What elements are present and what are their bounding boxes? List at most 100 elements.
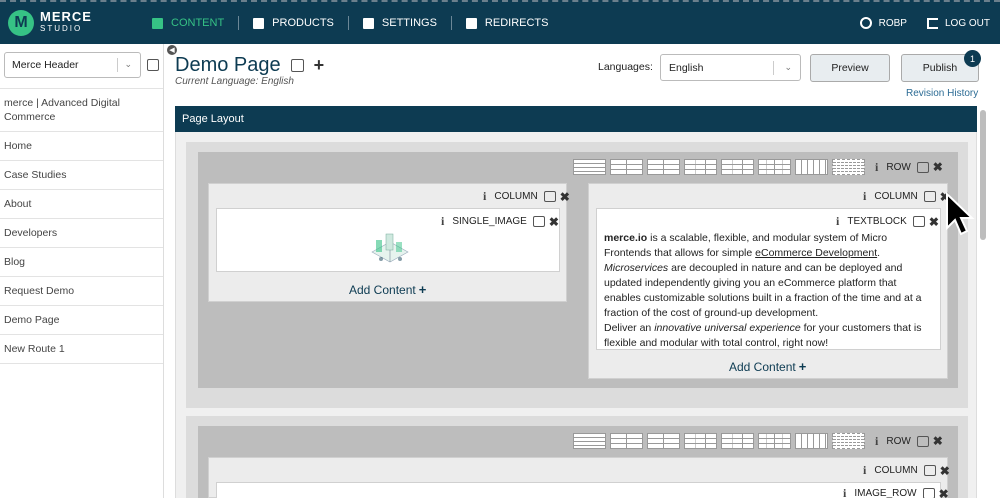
column-label: COLUMN (494, 191, 538, 202)
row-container: i ROW ✖ i COLUMN ✖ i SINGLE_IMAGE ✖ Add … (186, 142, 968, 408)
nav-settings[interactable]: SETTINGS (349, 17, 451, 29)
sidebar-item-about[interactable]: About (0, 189, 163, 218)
ecommerce-development-link[interactable]: eCommerce Development (755, 247, 877, 259)
close-icon[interactable]: ✖ (929, 215, 939, 229)
layout-1-column-icon[interactable] (573, 433, 606, 449)
layout-5-column-icon[interactable] (795, 433, 828, 449)
edit-icon[interactable] (923, 465, 936, 476)
single-image-label: SINGLE_IMAGE (452, 216, 527, 227)
close-icon[interactable]: ✖ (940, 464, 950, 478)
add-content-button[interactable]: Add Content + (729, 359, 806, 374)
textblock-label: TEXTBLOCK (847, 216, 907, 227)
textblock-component: i TEXTBLOCK ✖ merce.io is a scalable, fl… (596, 208, 941, 350)
layout-2-column-alt-icon[interactable] (647, 159, 680, 175)
row: i ROW ✖ i COLUMN ✖ i SINGLE_IMAGE ✖ Add … (198, 152, 958, 388)
logout-icon (926, 17, 938, 29)
layout-3-column-icon[interactable] (684, 433, 717, 449)
box-icon (253, 17, 265, 29)
publish-count-badge: 1 (964, 50, 981, 67)
nav-redirects[interactable]: REDIRECTS (452, 17, 563, 29)
row: i ROW ✖ i COLUMN ✖ i IMAGE_ROW ✖ (198, 426, 958, 498)
layout-2-column-icon[interactable] (610, 433, 643, 449)
image-row-label: IMAGE_ROW (854, 488, 917, 498)
close-icon[interactable]: ✖ (560, 190, 570, 204)
brand-name: MERCE (40, 9, 92, 24)
layout-3-column-alt-icon[interactable] (721, 159, 754, 175)
preview-button[interactable]: Preview (810, 54, 890, 82)
info-icon[interactable]: i (483, 189, 486, 204)
sidebar-item-blog[interactable]: Blog (0, 247, 163, 276)
user-menu[interactable]: ROBP (859, 17, 907, 29)
sidebar-item-new-route-1[interactable]: New Route 1 (0, 334, 163, 364)
sidebar-item-developers[interactable]: Developers (0, 218, 163, 247)
sidebar-item-home[interactable]: Home (0, 131, 163, 160)
layout-4-column-icon[interactable] (758, 433, 791, 449)
add-content-button[interactable]: Add Content + (349, 282, 426, 297)
textblock-content: merce.io is a scalable, flexible, and mo… (604, 232, 922, 349)
nav-content[interactable]: CONTENT (138, 17, 238, 29)
info-icon[interactable]: i (863, 463, 866, 478)
row-label: ROW (886, 161, 911, 173)
info-icon[interactable]: i (863, 189, 866, 204)
close-icon[interactable]: ✖ (933, 160, 943, 174)
sidebar-item-demo-page[interactable]: Demo Page (0, 305, 163, 334)
layout-1-column-icon[interactable] (573, 159, 606, 175)
layout-3-column-alt-icon[interactable] (721, 433, 754, 449)
edit-icon[interactable] (912, 216, 925, 227)
main-content: ◀ Demo Page + Current Language: English … (165, 44, 1000, 498)
layout-grid-icon[interactable] (832, 433, 865, 449)
chevron-down-icon: ⌄ (784, 62, 792, 72)
layout-2-column-alt-icon[interactable] (647, 433, 680, 449)
column: i COLUMN ✖ i IMAGE_ROW ✖ (208, 457, 950, 498)
plus-icon: + (798, 359, 807, 374)
layout-4-column-icon[interactable] (758, 159, 791, 175)
sidebar: Merce Header ⌄ merce | Advanced Digital … (0, 44, 164, 498)
current-language: Current Language: English (175, 76, 294, 87)
row-label: ROW (886, 435, 911, 447)
layout-5-column-icon[interactable] (795, 159, 828, 175)
sidebar-item-merce-advanced-digital-commerce[interactable]: merce | Advanced Digital Commerce (0, 88, 163, 131)
edit-icon[interactable] (923, 191, 936, 202)
edit-icon[interactable] (543, 191, 556, 202)
close-icon[interactable]: ✖ (549, 215, 559, 229)
page-layout-header: Page Layout (175, 106, 977, 132)
revision-history-link[interactable]: Revision History (906, 88, 978, 99)
edit-icon[interactable] (922, 488, 935, 498)
column-label: COLUMN (874, 191, 918, 202)
close-icon[interactable]: ✖ (933, 434, 943, 448)
logout-button[interactable]: LOG OUT (926, 17, 990, 29)
scrollbar[interactable] (980, 110, 986, 240)
sidebar-item-case-studies[interactable]: Case Studies (0, 160, 163, 189)
edit-title-icon[interactable] (290, 59, 304, 72)
edit-icon[interactable] (916, 161, 929, 173)
info-icon[interactable]: i (843, 486, 846, 498)
single-image-component: i SINGLE_IMAGE ✖ (216, 208, 560, 272)
close-icon[interactable]: ✖ (939, 487, 949, 498)
add-icon[interactable]: + (314, 55, 325, 76)
info-icon[interactable]: i (875, 434, 878, 449)
header-select[interactable]: Merce Header ⌄ (4, 52, 141, 78)
edit-icon[interactable] (916, 435, 929, 447)
info-icon[interactable]: i (441, 214, 444, 229)
mouse-cursor-icon (946, 192, 975, 236)
info-icon[interactable]: i (875, 160, 878, 175)
user-gear-icon (362, 17, 374, 29)
row-toolbar: i ROW ✖ (573, 433, 943, 449)
top-navigation: M MERCE STUDIO CONTENT PRODUCTS SETTINGS… (0, 0, 1000, 44)
sidebar-item-request-demo[interactable]: Request Demo (0, 276, 163, 305)
edit-icon[interactable] (532, 216, 545, 227)
row-toolbar: i ROW ✖ (573, 159, 943, 175)
merce-studio-logo[interactable]: M MERCE STUDIO (8, 10, 128, 36)
nav-products[interactable]: PRODUCTS (239, 17, 348, 29)
layout-2-column-icon[interactable] (610, 159, 643, 175)
isometric-illustration-image (371, 233, 409, 263)
document-icon (152, 17, 163, 29)
layout-3-column-icon[interactable] (684, 159, 717, 175)
merce-logo-icon: M (8, 10, 34, 36)
info-icon[interactable]: i (836, 214, 839, 229)
edit-icon[interactable] (147, 59, 159, 71)
layout-grid-icon[interactable] (832, 159, 865, 175)
languages-label: Languages: (598, 61, 653, 73)
language-select[interactable]: English ⌄ (660, 54, 801, 81)
plus-icon: + (418, 282, 427, 297)
